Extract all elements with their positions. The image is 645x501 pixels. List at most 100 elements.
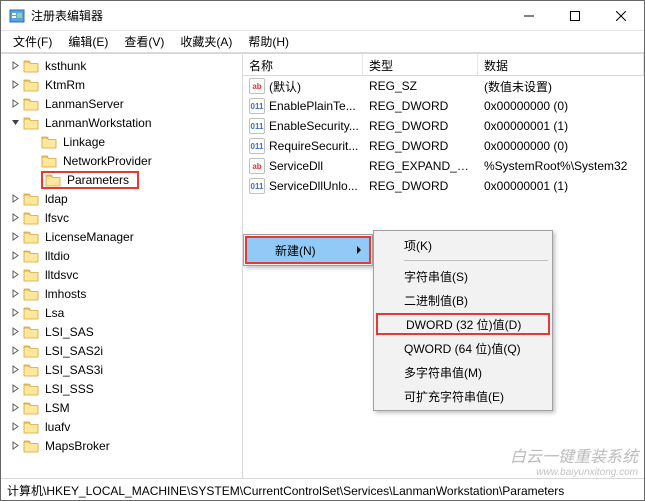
- tree-node-label: luafv: [43, 420, 72, 434]
- col-header-data[interactable]: 数据: [478, 54, 644, 75]
- folder-icon: [23, 116, 39, 130]
- tree-node-label: LanmanServer: [43, 97, 126, 111]
- expander-closed-icon[interactable]: [9, 212, 21, 224]
- tree-node[interactable]: ksthunk: [5, 56, 242, 75]
- submenu-binary[interactable]: 二进制值(B): [374, 288, 552, 312]
- expander-closed-icon[interactable]: [9, 364, 21, 376]
- submenu-expand[interactable]: 可扩充字符串值(E): [374, 384, 552, 408]
- submenu-key[interactable]: 项(K): [374, 233, 552, 257]
- expander-closed-icon[interactable]: [9, 326, 21, 338]
- expander-closed-icon[interactable]: [9, 231, 21, 243]
- list-row[interactable]: 011RequireSecurit...REG_DWORD0x00000000 …: [243, 136, 644, 156]
- submenu-multi[interactable]: 多字符串值(M): [374, 360, 552, 384]
- value-name: RequireSecurit...: [269, 139, 358, 153]
- statusbar: 计算机\HKEY_LOCAL_MACHINE\SYSTEM\CurrentCon…: [1, 478, 644, 500]
- tree-node-label: LSI_SAS: [43, 325, 96, 339]
- tree-node-label: Parameters: [65, 173, 131, 187]
- tree-node[interactable]: Linkage: [5, 132, 242, 151]
- tree-node-label: ksthunk: [43, 59, 88, 73]
- submenu-qword[interactable]: QWORD (64 位)值(Q): [374, 336, 552, 360]
- context-new[interactable]: 新建(N): [247, 238, 369, 262]
- tree-node[interactable]: lmhosts: [5, 284, 242, 303]
- tree-node[interactable]: LanmanServer: [5, 94, 242, 113]
- list-row[interactable]: ab(默认)REG_SZ(数值未设置): [243, 76, 644, 96]
- list-row[interactable]: 011EnableSecurity...REG_DWORD0x00000001 …: [243, 116, 644, 136]
- folder-icon: [41, 154, 57, 168]
- tree-node-label: LSI_SAS2i: [43, 344, 105, 358]
- tree-node[interactable]: LSI_SAS3i: [5, 360, 242, 379]
- tree-node[interactable]: LSI_SAS: [5, 322, 242, 341]
- tree-node[interactable]: lltdio: [5, 246, 242, 265]
- folder-icon: [23, 401, 39, 415]
- folder-icon: [23, 230, 39, 244]
- value-data: 0x00000000 (0): [478, 99, 644, 113]
- folder-icon: [41, 135, 57, 149]
- list-pane: 名称 类型 数据 ab(默认)REG_SZ(数值未设置)011EnablePla…: [243, 54, 644, 478]
- tree-node[interactable]: LSM: [5, 398, 242, 417]
- string-value-icon: ab: [249, 78, 265, 94]
- menu-favorites[interactable]: 收藏夹(A): [172, 31, 240, 52]
- expander-closed-icon[interactable]: [9, 402, 21, 414]
- expander-closed-icon[interactable]: [9, 60, 21, 72]
- cell-name: 011EnablePlainTe...: [243, 98, 363, 114]
- value-data: (数值未设置): [478, 78, 644, 95]
- tree-node[interactable]: Lsa: [5, 303, 242, 322]
- tree-node-label: KtmRm: [43, 78, 87, 92]
- folder-icon: [23, 363, 39, 377]
- expander-closed-icon[interactable]: [9, 345, 21, 357]
- menubar: 文件(F) 编辑(E) 查看(V) 收藏夹(A) 帮助(H): [1, 31, 644, 53]
- value-name: (默认): [269, 78, 301, 95]
- expander-closed-icon[interactable]: [9, 288, 21, 300]
- tree-node[interactable]: ldap: [5, 189, 242, 208]
- expander-closed-icon[interactable]: [9, 250, 21, 262]
- close-button[interactable]: [598, 1, 644, 30]
- maximize-button[interactable]: [552, 1, 598, 30]
- value-data: 0x00000000 (0): [478, 139, 644, 153]
- expander-closed-icon[interactable]: [9, 79, 21, 91]
- expander-closed-icon[interactable]: [9, 193, 21, 205]
- tree-node-label: LSM: [43, 401, 72, 415]
- folder-icon: [23, 59, 39, 73]
- tree-node-label: LSI_SAS3i: [43, 363, 105, 377]
- expander-closed-icon[interactable]: [9, 383, 21, 395]
- tree-node-label: lltdsvc: [43, 268, 80, 282]
- menu-view[interactable]: 查看(V): [116, 31, 172, 52]
- tree-node[interactable]: Parameters: [5, 170, 242, 189]
- list-row[interactable]: 011ServiceDllUnlo...REG_DWORD0x00000001 …: [243, 176, 644, 196]
- expander-closed-icon[interactable]: [9, 421, 21, 433]
- col-header-name[interactable]: 名称: [243, 54, 363, 75]
- tree-node[interactable]: LSI_SAS2i: [5, 341, 242, 360]
- folder-icon: [23, 306, 39, 320]
- menu-file[interactable]: 文件(F): [5, 31, 60, 52]
- value-name: EnableSecurity...: [269, 119, 359, 133]
- titlebar: 注册表编辑器: [1, 1, 644, 31]
- submenu-string[interactable]: 字符串值(S): [374, 264, 552, 288]
- tree-node[interactable]: LSI_SSS: [5, 379, 242, 398]
- expander-closed-icon[interactable]: [9, 98, 21, 110]
- expander-open-icon[interactable]: [9, 117, 21, 129]
- tree-node-label: ldap: [43, 192, 70, 206]
- tree-node[interactable]: lfsvc: [5, 208, 242, 227]
- tree-node[interactable]: luafv: [5, 417, 242, 436]
- tree-node[interactable]: MapsBroker: [5, 436, 242, 455]
- list-row[interactable]: abServiceDllREG_EXPAND_SZ%SystemRoot%\Sy…: [243, 156, 644, 176]
- tree-node[interactable]: LicenseManager: [5, 227, 242, 246]
- tree-pane[interactable]: ksthunk KtmRm LanmanServer LanmanWorkstatio…: [1, 54, 243, 478]
- menu-edit[interactable]: 编辑(E): [60, 31, 116, 52]
- submenu-dword[interactable]: DWORD (32 位)值(D): [376, 313, 550, 335]
- tree-node[interactable]: lltdsvc: [5, 265, 242, 284]
- folder-icon: [23, 382, 39, 396]
- menu-help[interactable]: 帮助(H): [240, 31, 297, 52]
- submenu-separator: [404, 260, 548, 261]
- tree-node[interactable]: LanmanWorkstation: [5, 113, 242, 132]
- tree-node[interactable]: KtmRm: [5, 75, 242, 94]
- list-row[interactable]: 011EnablePlainTe...REG_DWORD0x00000000 (…: [243, 96, 644, 116]
- expander-closed-icon[interactable]: [9, 307, 21, 319]
- folder-icon: [23, 97, 39, 111]
- minimize-button[interactable]: [506, 1, 552, 30]
- expander-closed-icon[interactable]: [9, 269, 21, 281]
- value-type: REG_EXPAND_SZ: [363, 159, 478, 173]
- tree-node[interactable]: NetworkProvider: [5, 151, 242, 170]
- col-header-type[interactable]: 类型: [363, 54, 478, 75]
- expander-closed-icon[interactable]: [9, 440, 21, 452]
